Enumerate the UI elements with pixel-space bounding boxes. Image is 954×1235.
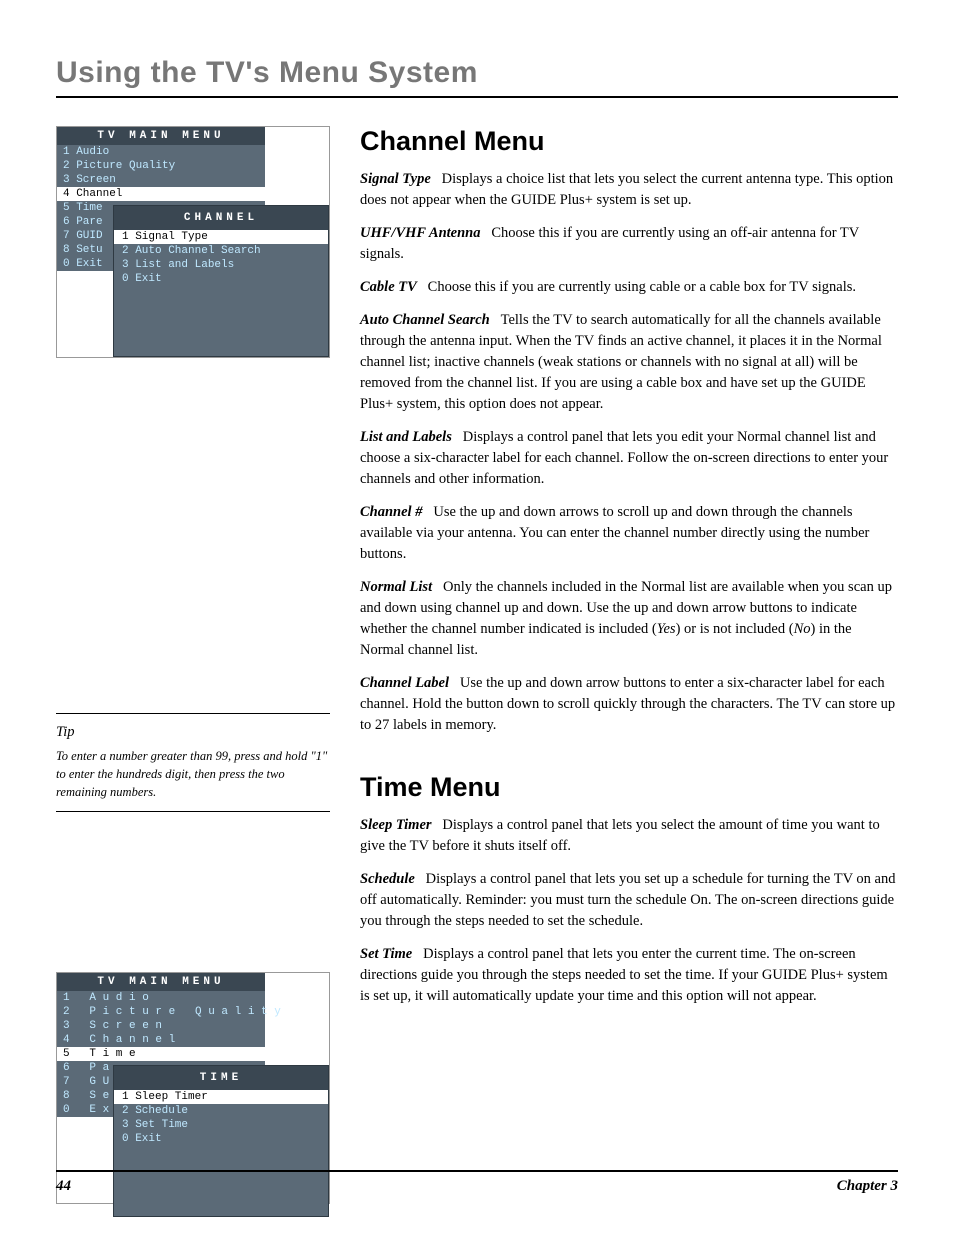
tv-submenu-item: 0 Exit bbox=[114, 272, 328, 286]
tv-menu-item: 1 A u d i o bbox=[57, 991, 265, 1005]
tv-screenshot-channel: TV MAIN MENU 1 Audio2 Picture Quality3 S… bbox=[56, 126, 330, 358]
para-cable-tv: Cable TV Choose this if you are currentl… bbox=[360, 277, 898, 298]
page-heading: Using the TV's Menu System bbox=[56, 56, 898, 98]
term-uhf-vhf: UHF/VHF Antenna bbox=[360, 225, 480, 241]
para-channel-label: Channel Label Use the up and down arrow … bbox=[360, 673, 898, 736]
two-column-layout: TV MAIN MENU 1 Audio2 Picture Quality3 S… bbox=[56, 126, 898, 1204]
para-schedule: Schedule Displays a control panel that l… bbox=[360, 869, 898, 932]
tv-submenu-item: 1 Signal Type bbox=[114, 230, 328, 244]
tv-submenu-item: 1 Sleep Timer bbox=[114, 1090, 328, 1104]
term-sleep-timer: Sleep Timer bbox=[360, 817, 432, 833]
tip-text: To enter a number greater than 99, press… bbox=[56, 747, 330, 801]
tv-main-menu-title: TV MAIN MENU bbox=[57, 973, 265, 991]
text: Displays a control panel that lets you s… bbox=[360, 871, 895, 929]
chapter-label: Chapter 3 bbox=[837, 1178, 898, 1195]
manual-page: Using the TV's Menu System TV MAIN MENU … bbox=[0, 0, 954, 1235]
tv-menu-item: 4 C h a n n e l bbox=[57, 1033, 265, 1047]
section-time-menu: Time Menu Sleep Timer Displays a control… bbox=[360, 772, 898, 1007]
term-schedule: Schedule bbox=[360, 871, 415, 887]
term-list-and-labels: List and Labels bbox=[360, 429, 452, 445]
tv-submenu-item: 3 Set Time bbox=[114, 1118, 328, 1132]
para-auto-channel-search: Auto Channel Search Tells the TV to sear… bbox=[360, 310, 898, 415]
text-no: No bbox=[794, 621, 811, 637]
tv-menu-item: 4 Channel bbox=[57, 187, 265, 201]
section-title-channel-menu: Channel Menu bbox=[360, 126, 898, 157]
term-set-time: Set Time bbox=[360, 946, 412, 962]
term-auto-channel-search: Auto Channel Search bbox=[360, 312, 490, 328]
term-signal-type: Signal Type bbox=[360, 171, 431, 187]
tv-submenu-title: TIME bbox=[114, 1066, 328, 1090]
text: Use the up and down arrows to scroll up … bbox=[360, 504, 869, 562]
text: Displays a control panel that lets you s… bbox=[360, 817, 880, 854]
tv-submenu-channel: CHANNEL 1 Signal Type2 Auto Channel Sear… bbox=[113, 205, 329, 357]
tv-submenu-title: CHANNEL bbox=[114, 206, 328, 230]
para-channel-num: Channel # Use the up and down arrows to … bbox=[360, 502, 898, 565]
tv-submenu-items: 1 Sleep Timer2 Schedule3 Set Time0 Exit bbox=[114, 1090, 328, 1146]
tip-block: Tip To enter a number greater than 99, p… bbox=[56, 713, 330, 812]
text-yes: Yes bbox=[657, 621, 676, 637]
main-content: Channel Menu Signal Type Displays a choi… bbox=[360, 126, 898, 1204]
text: Choose this if you are currently using c… bbox=[417, 279, 856, 295]
para-set-time: Set Time Displays a control panel that l… bbox=[360, 944, 898, 1007]
tv-menu-item: 5 T i m e bbox=[57, 1047, 265, 1061]
tip-heading: Tip bbox=[56, 724, 330, 741]
term-channel-label: Channel Label bbox=[360, 675, 449, 691]
sidebar-column: TV MAIN MENU 1 Audio2 Picture Quality3 S… bbox=[56, 126, 330, 1204]
page-footer: 44 Chapter 3 bbox=[56, 1170, 898, 1195]
text: Displays a control panel that lets you e… bbox=[360, 946, 888, 1004]
tv-submenu-items: 1 Signal Type2 Auto Channel Search3 List… bbox=[114, 230, 328, 286]
para-signal-type: Signal Type Displays a choice list that … bbox=[360, 169, 898, 211]
term-channel-num: Channel # bbox=[360, 504, 422, 520]
tv-menu-item: 2 Picture Quality bbox=[57, 159, 265, 173]
para-list-and-labels: List and Labels Displays a control panel… bbox=[360, 427, 898, 490]
page-number: 44 bbox=[56, 1178, 71, 1195]
para-uhf-vhf: UHF/VHF Antenna Choose this if you are c… bbox=[360, 223, 898, 265]
tv-screen-frame: TV MAIN MENU 1 Audio2 Picture Quality3 S… bbox=[56, 126, 330, 358]
tv-submenu-item: 3 List and Labels bbox=[114, 258, 328, 272]
tv-menu-item: 1 Audio bbox=[57, 145, 265, 159]
section-title-time-menu: Time Menu bbox=[360, 772, 898, 803]
para-sleep-timer: Sleep Timer Displays a control panel tha… bbox=[360, 815, 898, 857]
tv-menu-item: 3 S c r e e n bbox=[57, 1019, 265, 1033]
tv-menu-item: 2 P i c t u r e Q u a l i t y bbox=[57, 1005, 265, 1019]
tv-submenu-item: 2 Auto Channel Search bbox=[114, 244, 328, 258]
tv-submenu-item: 2 Schedule bbox=[114, 1104, 328, 1118]
tv-menu-item: 3 Screen bbox=[57, 173, 265, 187]
text: Displays a choice list that lets you sel… bbox=[360, 171, 893, 208]
para-normal-list: Normal List Only the channels included i… bbox=[360, 577, 898, 661]
text: ) or is not included ( bbox=[676, 621, 794, 637]
term-normal-list: Normal List bbox=[360, 579, 432, 595]
tv-submenu-item: 0 Exit bbox=[114, 1132, 328, 1146]
term-cable-tv: Cable TV bbox=[360, 279, 417, 295]
tv-main-menu-title: TV MAIN MENU bbox=[57, 127, 265, 145]
